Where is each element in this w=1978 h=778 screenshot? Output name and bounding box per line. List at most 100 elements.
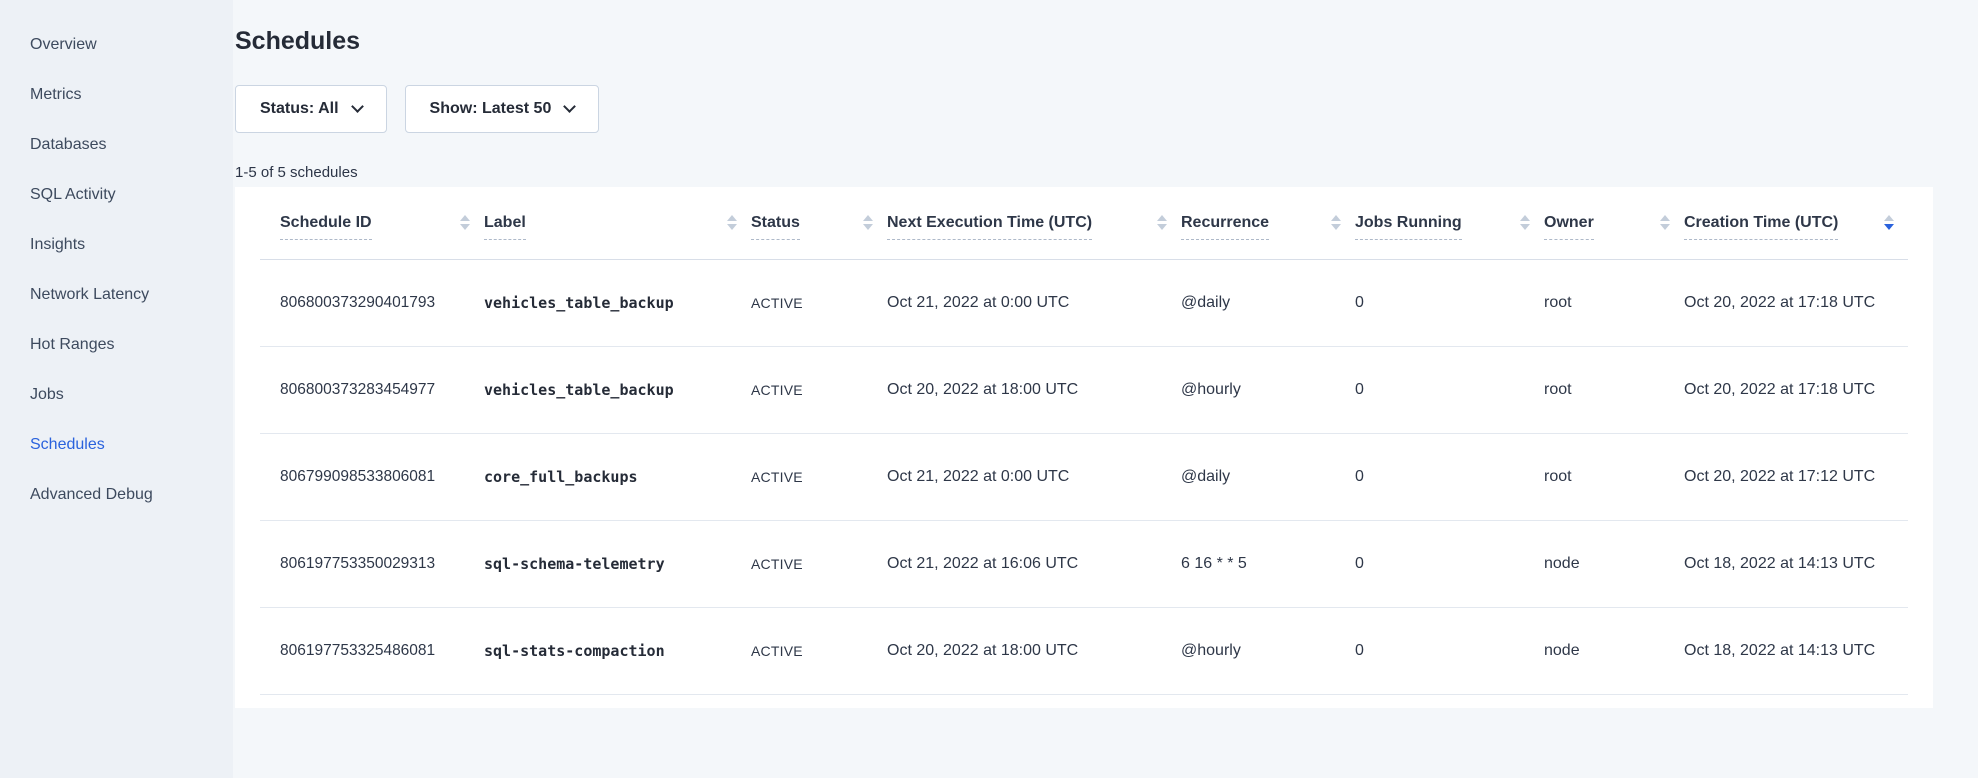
table-body: 806800373290401793vehicles_table_backupA… [260, 259, 1908, 694]
show-filter-label: Show: Latest 50 [430, 100, 552, 118]
sidebar-nav: OverviewMetricsDatabasesSQL ActivityInsi… [0, 20, 233, 520]
jobs-running-cell: 0 [1355, 607, 1544, 694]
creation-time-cell: Oct 18, 2022 at 14:13 UTC [1684, 607, 1908, 694]
column-label: Status [751, 214, 800, 232]
sort-asc-icon [1157, 215, 1167, 221]
column-label: Owner [1544, 214, 1594, 232]
column-label: Label [484, 214, 526, 232]
sidebar-item-hot-ranges[interactable]: Hot Ranges [0, 320, 233, 370]
sort-desc-icon [1157, 224, 1167, 230]
schedule-id-cell: 806197753350029313 [260, 520, 484, 607]
status-cell: ACTIVE [751, 520, 887, 607]
recurrence-cell: @hourly [1181, 607, 1355, 694]
column-header-recurrence[interactable]: Recurrence [1181, 187, 1355, 259]
next-execution-time-cell: Oct 20, 2022 at 18:00 UTC [887, 346, 1181, 433]
column-label: Creation Time (UTC) [1684, 214, 1838, 232]
sort-arrows-icon [1319, 215, 1341, 230]
sort-desc-icon [1660, 224, 1670, 230]
status-filter-dropdown[interactable]: Status: All [235, 85, 387, 133]
page-title: Schedules [235, 26, 1933, 56]
owner-cell: node [1544, 520, 1684, 607]
column-header-status[interactable]: Status [751, 187, 887, 259]
sort-desc-icon [1520, 224, 1530, 230]
owner-cell: node [1544, 607, 1684, 694]
schedule-id-cell: 806197753325486081 [260, 607, 484, 694]
jobs-running-cell: 0 [1355, 259, 1544, 346]
sidebar-item-metrics[interactable]: Metrics [0, 70, 233, 120]
label-cell: core_full_backups [484, 433, 751, 520]
sort-desc-icon [1884, 224, 1894, 230]
creation-time-cell: Oct 18, 2022 at 14:13 UTC [1684, 520, 1908, 607]
show-filter-dropdown[interactable]: Show: Latest 50 [405, 85, 600, 133]
table-header-row: Schedule IDLabel Status Next Execution Tim… [260, 187, 1908, 259]
sort-arrows-icon [1872, 215, 1894, 230]
column-label: Next Execution Time (UTC) [887, 214, 1092, 232]
sidebar-item-databases[interactable]: Databases [0, 120, 233, 170]
sidebar-item-insights[interactable]: Insights [0, 220, 233, 270]
schedule-id-cell: 806800373283454977 [260, 346, 484, 433]
sort-desc-icon [727, 224, 737, 230]
recurrence-cell: @daily [1181, 433, 1355, 520]
sidebar-item-sql-activity[interactable]: SQL Activity [0, 170, 233, 220]
sort-arrows-icon [1508, 215, 1530, 230]
jobs-running-cell: 0 [1355, 433, 1544, 520]
jobs-running-cell: 0 [1355, 346, 1544, 433]
sort-arrows-icon [1145, 215, 1167, 230]
status-cell: ACTIVE [751, 346, 887, 433]
sort-asc-icon [1520, 215, 1530, 221]
sidebar: OverviewMetricsDatabasesSQL ActivityInsi… [0, 0, 233, 778]
recurrence-cell: @hourly [1181, 346, 1355, 433]
sort-arrows-icon [448, 215, 470, 230]
sort-asc-icon [1331, 215, 1341, 221]
sidebar-item-schedules[interactable]: Schedules [0, 420, 233, 470]
status-filter-label: Status: All [260, 100, 339, 118]
label-cell: vehicles_table_backup [484, 346, 751, 433]
chevron-down-icon [351, 100, 364, 113]
main-content: Schedules Status: All Show: Latest 50 1-… [233, 0, 1978, 778]
creation-time-cell: Oct 20, 2022 at 17:18 UTC [1684, 346, 1908, 433]
column-header-label[interactable]: Label [484, 187, 751, 259]
sidebar-item-advanced-debug[interactable]: Advanced Debug [0, 470, 233, 520]
sort-desc-icon [460, 224, 470, 230]
creation-time-cell: Oct 20, 2022 at 17:12 UTC [1684, 433, 1908, 520]
owner-cell: root [1544, 346, 1684, 433]
sort-asc-icon [1884, 215, 1894, 221]
schedules-table-card: Schedule IDLabel Status Next Execution Tim… [235, 187, 1933, 708]
owner-cell: root [1544, 259, 1684, 346]
next-execution-time-cell: Oct 20, 2022 at 18:00 UTC [887, 607, 1181, 694]
sort-arrows-icon [851, 215, 873, 230]
table-row: 806197753325486081sql-stats-compactionAC… [260, 607, 1908, 694]
table-row: 806800373290401793vehicles_table_backupA… [260, 259, 1908, 346]
next-execution-time-cell: Oct 21, 2022 at 0:00 UTC [887, 433, 1181, 520]
sort-arrows-icon [1648, 215, 1670, 230]
column-label: Jobs Running [1355, 214, 1462, 232]
sidebar-item-jobs[interactable]: Jobs [0, 370, 233, 420]
owner-cell: root [1544, 433, 1684, 520]
column-header-creation-time-utc[interactable]: Creation Time (UTC) [1684, 187, 1908, 259]
column-header-owner[interactable]: Owner [1544, 187, 1684, 259]
sort-asc-icon [460, 215, 470, 221]
column-header-schedule-id[interactable]: Schedule ID [260, 187, 484, 259]
sort-asc-icon [727, 215, 737, 221]
table-row: 806800373283454977vehicles_table_backupA… [260, 346, 1908, 433]
next-execution-time-cell: Oct 21, 2022 at 16:06 UTC [887, 520, 1181, 607]
label-cell: vehicles_table_backup [484, 259, 751, 346]
recurrence-cell: 6 16 * * 5 [1181, 520, 1355, 607]
table-row: 806799098533806081core_full_backupsACTIV… [260, 433, 1908, 520]
column-label: Recurrence [1181, 214, 1269, 232]
schedule-id-cell: 806800373290401793 [260, 259, 484, 346]
filter-bar: Status: All Show: Latest 50 [235, 85, 1933, 133]
schedule-id-cell: 806799098533806081 [260, 433, 484, 520]
recurrence-cell: @daily [1181, 259, 1355, 346]
sidebar-item-network-latency[interactable]: Network Latency [0, 270, 233, 320]
schedules-table: Schedule IDLabel Status Next Execution Tim… [260, 187, 1908, 695]
sort-desc-icon [1331, 224, 1341, 230]
column-header-next-execution-time-utc[interactable]: Next Execution Time (UTC) [887, 187, 1181, 259]
sort-asc-icon [1660, 215, 1670, 221]
results-count: 1-5 of 5 schedules [235, 163, 1933, 183]
sidebar-item-overview[interactable]: Overview [0, 20, 233, 70]
column-header-jobs-running[interactable]: Jobs Running [1355, 187, 1544, 259]
label-cell: sql-stats-compaction [484, 607, 751, 694]
jobs-running-cell: 0 [1355, 520, 1544, 607]
label-cell: sql-schema-telemetry [484, 520, 751, 607]
